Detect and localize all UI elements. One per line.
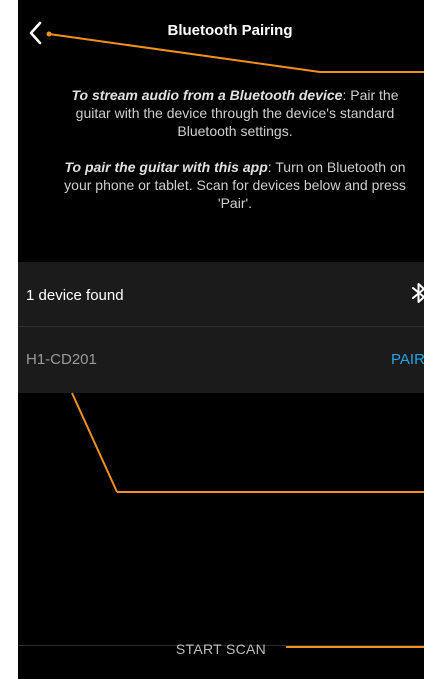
bluetooth-icon [412,283,424,303]
instruction-pair-app: To pair the guitar with this app: Turn o… [58,158,412,212]
pair-button[interactable]: PAIR [391,351,424,368]
device-name: H1-CD201 [26,351,97,368]
instruction-emphasis: To stream audio from a Bluetooth device [71,87,343,103]
app-screen: Bluetooth Pairing To stream audio from a… [18,0,424,679]
devices-found-label: 1 device found [26,287,124,304]
instruction-emphasis: To pair the guitar with this app [64,159,268,175]
device-list-item[interactable]: H1-CD201 PAIR [18,327,424,393]
instructions: To stream audio from a Bluetooth device:… [58,86,412,212]
devices-found-header: 1 device found [18,262,424,327]
page-title: Bluetooth Pairing [167,22,293,39]
instruction-stream-audio: To stream audio from a Bluetooth device:… [58,86,412,140]
start-scan-button[interactable]: START SCAN [18,641,424,657]
top-bar: Bluetooth Pairing [18,0,424,66]
